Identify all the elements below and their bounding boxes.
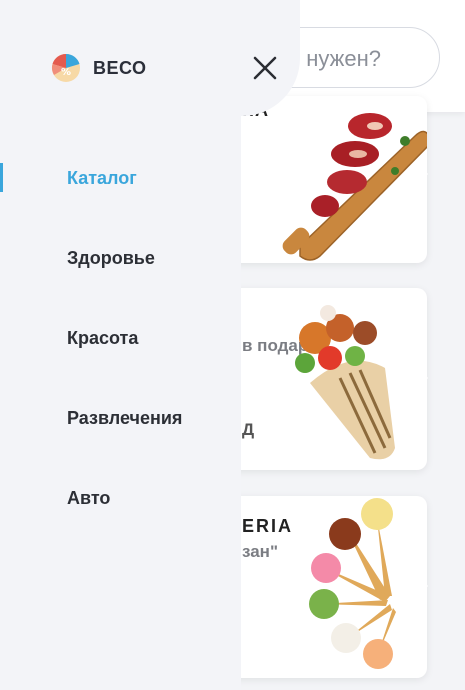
nav-item-catalog[interactable]: Каталог (67, 168, 137, 189)
brand-logo[interactable]: % ВЕСО (51, 53, 147, 83)
svg-text:%: % (61, 67, 71, 78)
nav-item-entertainment[interactable]: Развлечения (67, 408, 182, 429)
card-notch (418, 368, 428, 388)
card-notch (418, 576, 428, 596)
close-icon[interactable] (250, 53, 280, 83)
side-drawer: % ВЕСО Каталог Здоровье Красота Развлече… (0, 0, 241, 690)
veso-logo-icon: % (51, 53, 80, 82)
active-nav-marker (0, 163, 3, 192)
nav-item-health[interactable]: Здоровье (67, 248, 155, 269)
nav-item-auto[interactable]: Авто (67, 488, 110, 509)
card-notch (418, 164, 428, 184)
brand-name: ВЕСО (93, 57, 147, 78)
nav-item-beauty[interactable]: Красота (67, 328, 138, 349)
